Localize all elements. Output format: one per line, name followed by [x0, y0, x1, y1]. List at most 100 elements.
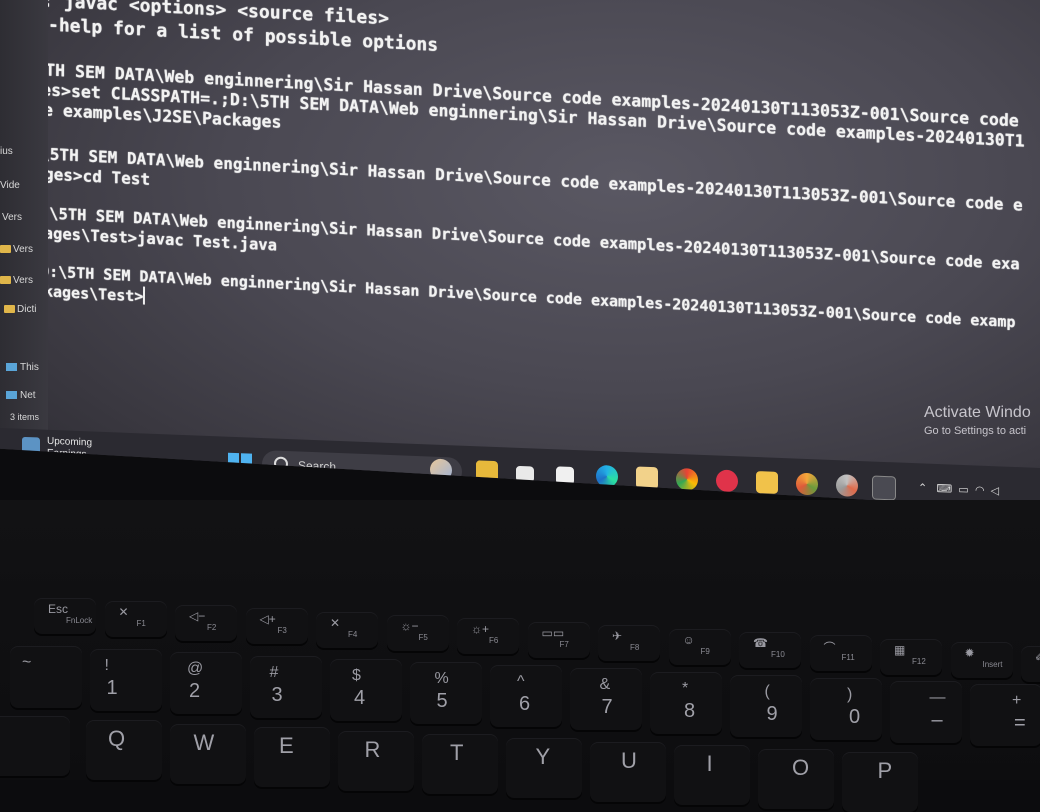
letter-key-i[interactable]: I [674, 745, 750, 806]
key-letter: E [279, 733, 294, 759]
fn-key-symbol: ✐ [1035, 650, 1040, 664]
number-key[interactable]: ! 1 [90, 649, 162, 712]
fn-key[interactable]: ✕ F4 [316, 611, 378, 648]
fn-key[interactable]: Esc FnLock [34, 598, 96, 634]
letter-key-p[interactable]: P [842, 752, 918, 812]
number-key[interactable]: ^ 6 [490, 665, 562, 728]
fn-key[interactable]: ▭▭ F7 [527, 621, 590, 658]
fn-key[interactable]: ☺ F9 [668, 628, 731, 665]
wifi-icon[interactable]: ◠ [975, 484, 985, 496]
number-key[interactable]: + = [970, 684, 1040, 747]
watermark-title: Activate Windo [924, 404, 1031, 421]
display-icon[interactable]: ▭ [958, 484, 968, 496]
fn-key[interactable]: ✐Prt [1021, 645, 1040, 682]
fn-key-label: F7 [559, 639, 569, 649]
system-tray[interactable]: ⌃ ⌨ ▭ ◠ ◁ [918, 481, 999, 497]
fn-key[interactable]: ☼− F5 [386, 615, 449, 651]
keyboard-icon[interactable]: ⌨ [936, 483, 952, 496]
fn-key[interactable]: ☼+ F6 [457, 618, 519, 655]
task-view-icon[interactable] [516, 465, 534, 483]
key-letter: P [877, 758, 893, 784]
fn-key[interactable]: ◁− F2 [175, 604, 237, 641]
explorer-item-network[interactable]: Net [6, 390, 36, 401]
number-key[interactable]: & 7 [570, 668, 642, 731]
key-symbol: 7 [601, 696, 613, 719]
letter-key-t[interactable]: T [422, 734, 498, 795]
number-key[interactable]: — – [890, 681, 962, 744]
fn-key-label: F10 [771, 650, 785, 659]
letter-key-o[interactable]: O [758, 748, 834, 809]
terminal-line: D:\5TH SEM DATA\Web enginnering\Sir Hass… [40, 262, 1016, 332]
fn-key[interactable]: ☎ F10 [739, 632, 801, 668]
watermark-subtitle: Go to Settings to acti [924, 425, 1027, 437]
chrome-icon[interactable] [676, 467, 698, 491]
tab-key[interactable] [0, 716, 70, 776]
key-letter: Q [108, 726, 126, 751]
key-letter: T [450, 740, 464, 766]
key-shift-symbol: # [269, 663, 279, 681]
fn-key-label: F1 [136, 619, 146, 629]
key-shift-symbol: @ [187, 660, 204, 678]
chrome-canary-icon[interactable] [796, 472, 818, 496]
opera-icon[interactable] [716, 469, 738, 493]
widgets-button[interactable]: Upcoming Earnings [22, 435, 92, 462]
terminal-window[interactable]: Usage: javac <options> <source files> us… [0, 0, 1040, 484]
fn-key[interactable]: ⌒ F11 [809, 635, 872, 672]
fn-key[interactable]: ▦ F12 [880, 638, 942, 675]
letter-key-u[interactable]: U [590, 741, 666, 802]
fn-key[interactable]: ✕ F1 [104, 601, 167, 638]
terminal-icon[interactable] [872, 475, 896, 501]
explorer-item-this-pc[interactable]: This [6, 362, 39, 373]
key-symbol: – [931, 709, 943, 732]
terminal-prompt[interactable]: kages\Test> [44, 281, 146, 306]
fn-key[interactable]: ✹ Insert [950, 642, 1013, 679]
letter-key-e[interactable]: E [254, 727, 330, 788]
letter-key-y[interactable]: Y [506, 738, 582, 798]
edge-icon[interactable] [596, 464, 618, 488]
fn-key-symbol: ▭▭ [541, 625, 565, 640]
key-shift-symbol: ! [104, 657, 109, 675]
chrome-dev-icon[interactable] [836, 474, 858, 497]
number-key[interactable]: (9 [730, 674, 802, 737]
number-key[interactable]: $4 [330, 658, 402, 721]
number-key[interactable]: ~ [10, 646, 82, 708]
fn-key[interactable]: ◁+ F3 [245, 608, 308, 645]
chevron-up-icon[interactable]: ⌃ [918, 482, 927, 494]
key-letter: R [364, 736, 381, 762]
file-explorer-sidebar: ius Vide Vers Vers Vers Dicti This Net 3… [0, 0, 48, 440]
letter-key-w[interactable]: W [170, 723, 246, 784]
search-icon [274, 456, 288, 472]
stocks-icon[interactable] [476, 460, 498, 484]
number-key[interactable]: % 5 [410, 662, 482, 724]
store-icon[interactable] [636, 466, 658, 490]
fn-key-label: FnLock [66, 616, 93, 625]
start-button[interactable] [228, 452, 252, 476]
fn-key-symbol: ☼− [400, 619, 419, 633]
key-shift-symbol: — [929, 689, 946, 707]
file-explorer-icon[interactable] [756, 471, 778, 494]
fn-key[interactable]: ✈ F8 [598, 625, 660, 662]
fn-key-symbol: ☼+ [471, 622, 490, 637]
fn-key-label: F8 [630, 643, 640, 653]
explorer-item[interactable]: Vide [0, 180, 20, 191]
number-key[interactable]: ) 0 [810, 678, 882, 740]
number-key[interactable]: @2 [170, 652, 242, 715]
fn-key-label: Insert [982, 660, 1003, 670]
fn-key-label: F9 [700, 646, 710, 656]
number-key[interactable]: #3 [250, 655, 322, 718]
explorer-item[interactable]: Dicti [4, 304, 36, 315]
fn-key-symbol: ✕ [330, 615, 341, 630]
explorer-item[interactable]: Vers [0, 244, 33, 255]
number-key[interactable]: * 8 [650, 671, 722, 734]
terminal-line: D:\5TH SEM DATA\Web enginnering\Sir Hass… [20, 143, 1023, 215]
copilot-icon[interactable] [430, 458, 452, 482]
explorer-item[interactable]: ius [0, 146, 13, 157]
letter-key-q[interactable]: Q [86, 720, 162, 780]
explorer-item[interactable]: Vers [2, 212, 22, 223]
volume-icon[interactable]: ◁ [991, 485, 999, 497]
key-symbol: 0 [849, 706, 861, 728]
letter-key-r[interactable]: R [338, 730, 414, 791]
teams-icon[interactable] [556, 466, 574, 486]
explorer-item[interactable]: Vers [0, 275, 33, 286]
fn-key-symbol: ◁+ [259, 612, 276, 627]
